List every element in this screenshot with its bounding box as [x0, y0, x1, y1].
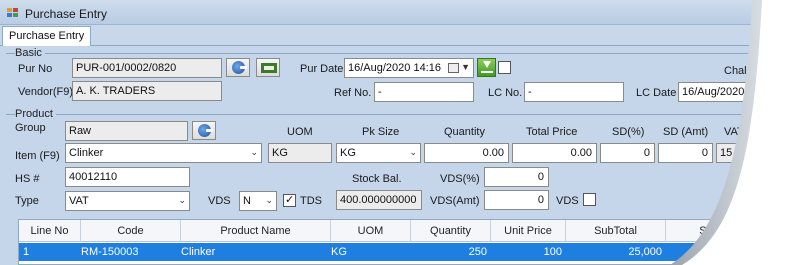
group-label: Group — [15, 122, 46, 134]
refresh-button[interactable] — [256, 58, 280, 77]
product-legend: Product — [15, 108, 56, 120]
pur-date-checkbox[interactable] — [498, 61, 511, 74]
sd-pct-column-label: SD(%) — [612, 126, 645, 138]
uom-field: KG — [268, 143, 332, 163]
quantity-input[interactable]: 0.00 — [424, 143, 509, 163]
window-title: Purchase Entry — [25, 7, 108, 21]
grid-header-line-no[interactable]: Line No — [19, 220, 81, 242]
pur-no-label: Pur No — [18, 63, 53, 75]
vat-rate-field: 15 — [716, 143, 791, 163]
lc-no-input[interactable]: - — [524, 82, 624, 102]
type-label: Type — [15, 195, 39, 207]
lc-date-value: 16/Aug/2020 — [682, 86, 745, 98]
chevron-down-icon: ⌄ — [178, 195, 186, 205]
cell-quantity: 250 — [468, 246, 487, 258]
vds-label: VDS — [208, 195, 231, 207]
vendor-field[interactable]: A. K. TRADERS — [72, 81, 222, 101]
stock-bal-field: 400.000000000 — [336, 190, 422, 210]
vat-rate-column-label: VAT R — [724, 126, 755, 138]
download-button[interactable] — [477, 58, 496, 77]
sd-pct-input[interactable]: 0 — [600, 143, 655, 163]
tds-label: TDS — [300, 195, 322, 207]
grid-header: Line No Code Product Name UOM Quantity U… — [19, 220, 791, 242]
lc-no-label: LC No. — [488, 87, 523, 99]
lc-date-picker[interactable]: 16/Aug/2020 — [678, 82, 791, 102]
pur-date-picker[interactable]: 16/Aug/2020 14:16 ▼ — [344, 58, 474, 78]
sd-amt-column-label: SD (Amt) — [663, 126, 709, 138]
search-globe-icon — [232, 61, 247, 74]
tds-checkbox[interactable] — [283, 193, 296, 207]
vds-amt-input[interactable]: 0 — [484, 190, 549, 210]
grid-header-product-name[interactable]: Product Name — [181, 220, 331, 242]
uom-column-label: UOM — [287, 126, 313, 138]
basic-legend: Basic — [15, 47, 45, 59]
grid-header-sd-rate[interactable]: SD Ra — [666, 220, 766, 242]
quantity-column-label: Quantity — [444, 126, 485, 138]
cell-line-no: 1 — [23, 246, 30, 258]
chevron-down-icon: ▼ — [461, 62, 470, 72]
group-search-button[interactable] — [192, 121, 216, 140]
line-items-grid: Line No Code Product Name UOM Quantity U… — [18, 219, 791, 265]
item-select[interactable]: Clinker ⌄ — [65, 143, 262, 163]
cell-unit-price: 100 — [543, 246, 562, 258]
ref-no-label: Ref No. — [334, 87, 372, 99]
cell-code: RM-150003 — [81, 246, 139, 258]
pur-no-field[interactable]: PUR-001/0002/0820 — [72, 58, 222, 78]
cell-product-name: Clinker — [181, 246, 216, 258]
total-price-input[interactable]: 0.00 — [512, 143, 597, 163]
purchase-entry-window: Purchase Entry Purchase Entry Basic Pur … — [0, 0, 791, 265]
total-price-column-label: Total Price — [526, 126, 578, 138]
hs-input[interactable]: 40012110 — [65, 167, 190, 187]
cell-subtotal: 25,000 — [628, 246, 662, 258]
stock-bal-label: Stock Bal. — [352, 173, 402, 185]
cell-uom: KG — [331, 246, 347, 258]
vds-select[interactable]: N ⌄ — [239, 191, 277, 211]
search-globe-icon — [198, 124, 213, 137]
form-body: Basic Pur No PUR-001/0002/0820 Pur Date … — [0, 46, 791, 265]
pk-size-column-label: Pk Size — [362, 126, 400, 138]
chevron-down-icon: ⌄ — [250, 147, 258, 157]
challan-label: Challan/C — [724, 65, 773, 77]
chevron-down-icon: ⌄ — [409, 147, 417, 157]
vendor-label: Vendor(F9) — [18, 86, 74, 98]
vds-pct-label: VDS(%) — [440, 173, 480, 185]
hs-label: HS # — [15, 173, 40, 185]
search-globe-button[interactable] — [226, 58, 250, 77]
pur-date-label: Pur Date — [300, 63, 344, 75]
item-label: Item (F9) — [15, 150, 60, 162]
vds-value: N — [243, 195, 251, 207]
title-bar: Purchase Entry — [0, 0, 791, 25]
ref-no-input[interactable]: - — [374, 82, 474, 102]
app-window-icon — [7, 8, 19, 18]
group-field[interactable]: Raw — [65, 121, 188, 141]
sd-amt-input[interactable]: 0 — [658, 143, 713, 163]
grid-header-quantity[interactable]: Quantity — [411, 220, 491, 242]
grid-header-code[interactable]: Code — [81, 220, 181, 242]
type-value: VAT — [69, 195, 89, 207]
pk-size-value: KG — [340, 147, 356, 159]
tab-purchase-entry[interactable]: Purchase Entry — [2, 26, 92, 46]
vds-amt-label: VDS(Amt) — [430, 195, 480, 207]
table-row[interactable]: 1 RM-150003 Clinker KG 250 100 25,000 — [19, 243, 791, 261]
vds-pct-input[interactable]: 0 — [484, 167, 549, 187]
grid-header-subtotal[interactable]: SubTotal — [566, 220, 666, 242]
pk-size-select[interactable]: KG ⌄ — [336, 143, 421, 163]
download-icon — [483, 61, 491, 68]
type-select[interactable]: VAT ⌄ — [65, 191, 190, 211]
pur-date-value: 16/Aug/2020 14:16 — [348, 62, 441, 74]
refresh-icon — [261, 63, 277, 73]
tab-strip: Purchase Entry — [0, 25, 791, 46]
vds-check-label: VDS — [556, 195, 579, 207]
chevron-down-icon: ⌄ — [265, 195, 273, 205]
calendar-icon — [448, 63, 459, 73]
vds-checkbox[interactable] — [583, 193, 596, 206]
grid-header-unit-price[interactable]: Unit Price — [491, 220, 566, 242]
lc-date-label: LC Date — [636, 87, 677, 99]
item-value: Clinker — [69, 147, 104, 159]
grid-header-uom[interactable]: UOM — [331, 220, 411, 242]
